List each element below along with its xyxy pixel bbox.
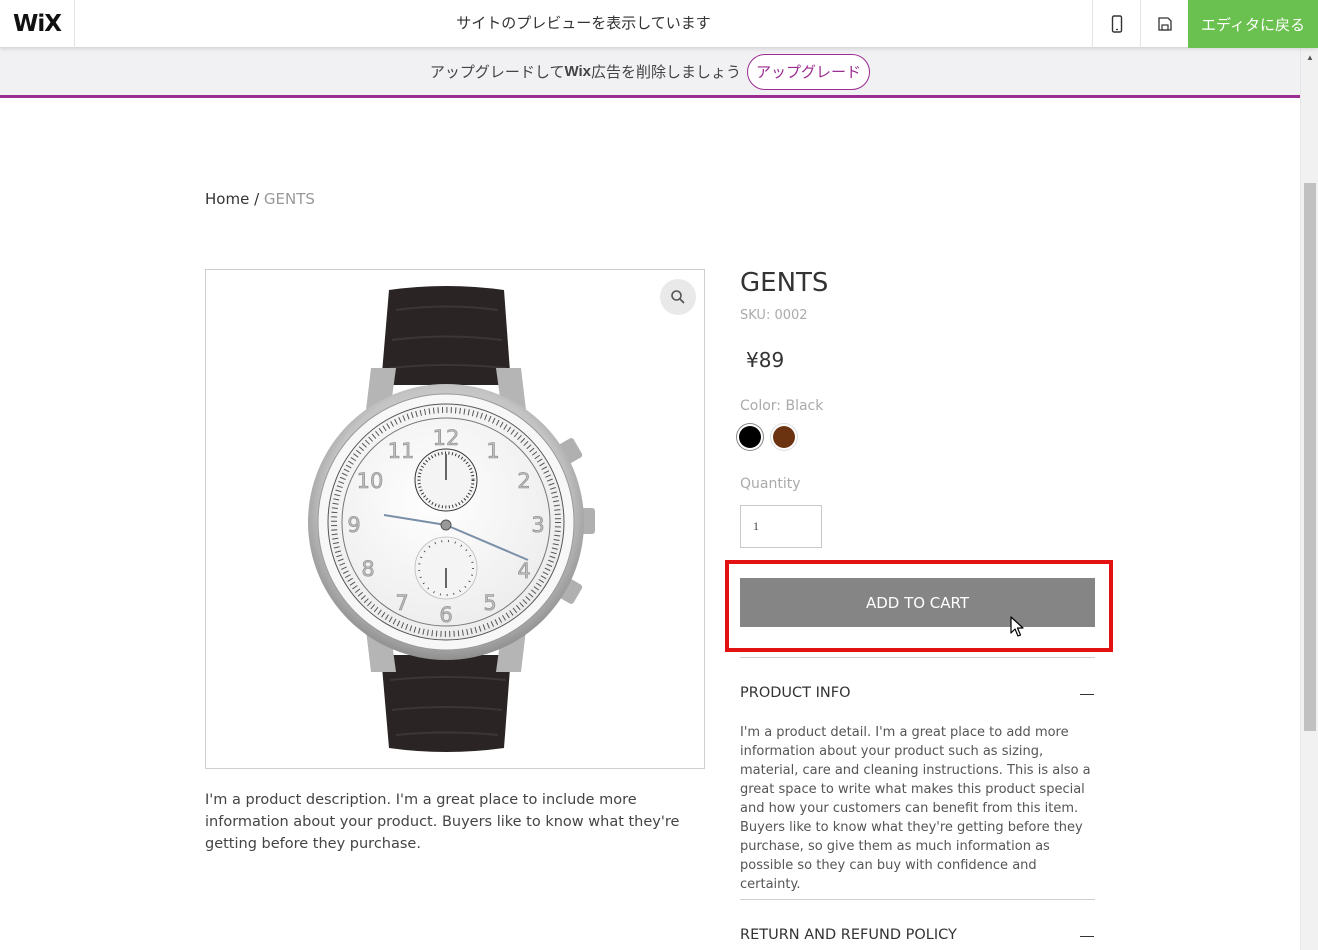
section-divider [740, 899, 1095, 900]
back-to-editor-button[interactable]: エディタに戻る [1188, 0, 1318, 48]
magnifier-icon [671, 290, 685, 304]
preview-status-text: サイトのプレビューを表示しています [456, 15, 711, 32]
mouse-pointer-icon [1010, 616, 1024, 637]
highlight-annotation-box [725, 560, 1113, 652]
scroll-thumb[interactable] [1304, 183, 1316, 731]
collapse-minus-icon[interactable] [1080, 936, 1094, 937]
svg-text:8: 8 [361, 557, 374, 581]
product-info-header[interactable]: PRODUCT INFO [740, 685, 850, 701]
upgrade-button[interactable]: アップグレード [747, 53, 871, 90]
quantity-input[interactable] [740, 505, 822, 548]
save-disk-icon [1157, 17, 1172, 31]
quantity-label: Quantity [740, 476, 801, 492]
banner-brand: Wix [564, 63, 592, 80]
svg-text:9: 9 [347, 513, 360, 537]
upgrade-banner: アップグレードして Wix 広告を削除しましょう アップグレード [0, 48, 1300, 98]
product-price: ¥89 [746, 348, 785, 372]
breadcrumb-home-link[interactable]: Home [205, 190, 249, 208]
product-title: GENTS [740, 268, 829, 298]
svg-text:12: 12 [433, 426, 460, 450]
save-button[interactable] [1140, 0, 1188, 48]
zoom-button[interactable] [660, 279, 696, 315]
color-label: Color: Black [740, 398, 824, 414]
svg-text:4: 4 [517, 559, 530, 583]
product-image[interactable]: 12 1 2 3 4 5 6 7 8 9 10 11 [205, 269, 705, 769]
svg-text:11: 11 [388, 439, 415, 463]
preview-topbar: WiX サイトのプレビューを表示しています エディタに戻る [0, 0, 1318, 48]
scroll-up-arrow-icon[interactable]: ▲ [1301, 48, 1318, 66]
color-swatch-brown[interactable] [773, 426, 795, 448]
svg-text:1: 1 [486, 439, 499, 463]
svg-text:2: 2 [517, 469, 530, 493]
section-divider [740, 657, 1095, 658]
watch-illustration: 12 1 2 3 4 5 6 7 8 9 10 11 [308, 286, 595, 752]
color-swatch-black[interactable] [739, 426, 761, 448]
page-scrollbar[interactable]: ▲ [1300, 48, 1318, 950]
breadcrumb: Home / GENTS [205, 190, 315, 208]
svg-text:10: 10 [357, 469, 384, 493]
product-sku: SKU: 0002 [740, 308, 808, 323]
mobile-phone-icon [1111, 15, 1122, 33]
product-info-text: I'm a product detail. I'm a great place … [740, 725, 1091, 892]
banner-text-before: アップグレードして [429, 64, 565, 81]
breadcrumb-separator: / [254, 190, 260, 208]
svg-text:5: 5 [483, 591, 496, 615]
banner-text-after: 広告を削除しましょう [591, 64, 742, 81]
svg-text:6: 6 [439, 603, 452, 627]
breadcrumb-current: GENTS [263, 190, 315, 208]
svg-text:3: 3 [531, 513, 544, 537]
return-policy-header[interactable]: RETURN AND REFUND POLICY [740, 927, 957, 943]
svg-text:7: 7 [395, 591, 408, 615]
collapse-minus-icon[interactable] [1080, 694, 1094, 695]
product-description: I'm a product description. I'm a great p… [205, 792, 680, 852]
wix-logo[interactable]: WiX [0, 0, 75, 48]
mobile-view-button[interactable] [1092, 0, 1140, 48]
